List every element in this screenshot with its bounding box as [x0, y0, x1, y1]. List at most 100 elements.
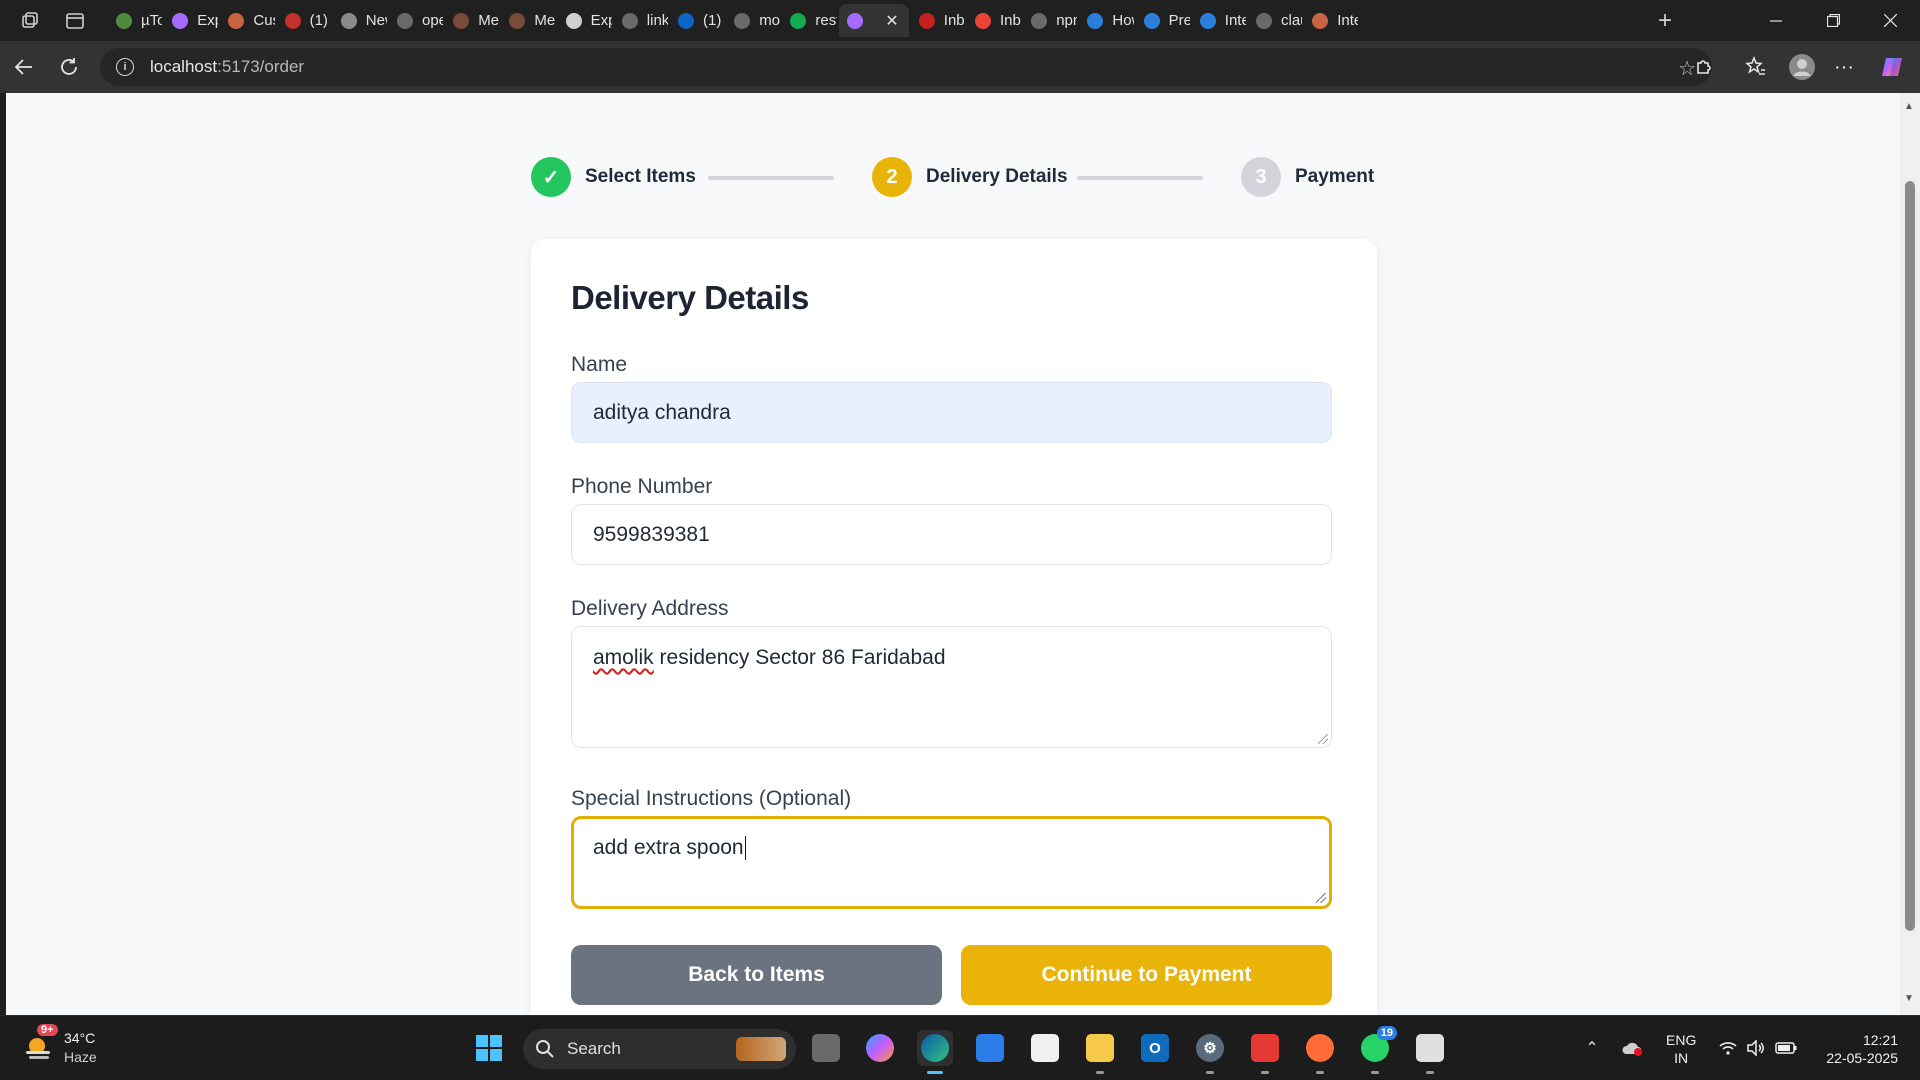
- scrollbar-thumb[interactable]: [1905, 181, 1915, 931]
- browser-tab[interactable]: New: [333, 4, 387, 37]
- app-icon: [1251, 1034, 1279, 1062]
- running-indicator: [1371, 1071, 1379, 1074]
- page-scrollbar[interactable]: ▲ ▼: [1900, 93, 1920, 1015]
- browser-tab[interactable]: mor: [726, 4, 780, 37]
- edge-icon: [921, 1034, 949, 1062]
- weather-widget[interactable]: 9+: [22, 1024, 58, 1066]
- site-info-icon[interactable]: i: [116, 58, 134, 76]
- browser-tab[interactable]: (1) A: [670, 4, 724, 37]
- instructions-value: add extra spoon: [593, 836, 744, 859]
- browser-tab[interactable]: Cust: [220, 4, 275, 37]
- microsoft-store-icon: [976, 1034, 1004, 1062]
- tab-title: Inte: [1224, 12, 1246, 29]
- clock[interactable]: 12:21 22-05-2025: [1818, 1031, 1898, 1067]
- explorer-taskbar-button[interactable]: [1082, 1030, 1118, 1074]
- browser-tab[interactable]: Expl: [558, 4, 612, 37]
- search-icon: [734, 12, 751, 29]
- start-button[interactable]: [471, 1030, 507, 1066]
- address-textarea[interactable]: amolik residency Sector 86 Faridabad: [571, 626, 1332, 748]
- address-bar[interactable]: i localhost:5173/order ☆: [100, 48, 1712, 86]
- copilot-icon[interactable]: [1878, 53, 1906, 81]
- browser-tab[interactable]: Pren: [1136, 4, 1190, 37]
- lang-line1: ENG: [1666, 1032, 1697, 1048]
- search-icon: [397, 12, 413, 29]
- tab-title: Pren: [1168, 12, 1190, 29]
- refresh-icon[interactable]: [55, 53, 83, 81]
- check-icon: ✓: [531, 157, 571, 197]
- tray-overflow-chevron-icon[interactable]: ⌃: [1574, 1030, 1610, 1066]
- continue-to-payment-button[interactable]: Continue to Payment: [961, 945, 1332, 1005]
- store-taskbar-button[interactable]: [972, 1030, 1008, 1066]
- browser-tab[interactable]: (1) ": [277, 4, 331, 37]
- workspaces-icon[interactable]: [16, 7, 44, 35]
- search-icon: [621, 12, 638, 29]
- red-app-taskbar-button[interactable]: [1247, 1030, 1283, 1074]
- step-connector: [1077, 176, 1203, 180]
- onedrive-status-icon[interactable]: [1614, 1030, 1650, 1066]
- perplexity-icon: [1199, 12, 1216, 29]
- tab-title: clau: [1281, 12, 1302, 29]
- browser-tab[interactable]: Inte: [1304, 4, 1358, 37]
- input-language[interactable]: ENG IN: [1666, 1031, 1696, 1067]
- browser-tab-bar: µTor Expl Cust (1) " New ope Mer Mer Expl link (1)…: [0, 0, 1920, 41]
- settings-taskbar-button[interactable]: ⚙: [1192, 1030, 1228, 1074]
- youtube-icon: [284, 12, 301, 29]
- snipping-taskbar-button[interactable]: [1412, 1030, 1448, 1074]
- battery-icon[interactable]: [1768, 1030, 1804, 1066]
- weather-badge: 9+: [37, 1024, 58, 1036]
- restore-button[interactable]: [1805, 0, 1861, 41]
- edge-taskbar-button[interactable]: [917, 1030, 953, 1074]
- back-to-items-button[interactable]: Back to Items: [571, 945, 942, 1005]
- profile-avatar[interactable]: [1786, 51, 1818, 83]
- close-tab-icon[interactable]: ✕: [885, 11, 898, 31]
- name-input[interactable]: aditya chandra: [571, 382, 1332, 443]
- close-window-button[interactable]: [1862, 0, 1918, 41]
- browser-tab[interactable]: rest: [782, 4, 837, 37]
- browser-tab[interactable]: ✕: [838, 4, 909, 37]
- claude-icon: [1312, 12, 1329, 29]
- extensions-icon[interactable]: [1690, 53, 1718, 81]
- browser-tab[interactable]: Inbo: [967, 4, 1021, 37]
- browser-tab[interactable]: link: [614, 4, 668, 37]
- browser-tab[interactable]: npm: [1023, 4, 1077, 37]
- scroll-up-arrow-icon[interactable]: ▲: [1904, 101, 1914, 112]
- resize-handle-icon[interactable]: [1316, 893, 1326, 903]
- vertical-tabs-icon[interactable]: [61, 7, 89, 35]
- notepad-taskbar-button[interactable]: [1027, 1030, 1063, 1066]
- search-icon: [1031, 12, 1048, 29]
- outlook-taskbar-button[interactable]: O: [1137, 1030, 1173, 1066]
- phone-input[interactable]: 9599839381: [571, 504, 1332, 565]
- minimize-button[interactable]: [1748, 0, 1804, 41]
- whatsapp-taskbar-button[interactable]: 19: [1357, 1026, 1397, 1074]
- tab-title: npm: [1056, 12, 1077, 29]
- instructions-textarea[interactable]: add extra spoon: [571, 816, 1332, 909]
- tab-title: ope: [422, 12, 444, 29]
- browser-tab[interactable]: ope: [389, 4, 443, 37]
- back-arrow-icon[interactable]: [10, 53, 38, 81]
- running-indicator: [1096, 1071, 1104, 1074]
- browser-tab[interactable]: Mer: [445, 4, 499, 37]
- browser-tab[interactable]: How: [1079, 4, 1134, 37]
- more-options-icon[interactable]: ···: [1830, 53, 1858, 81]
- browser-tab[interactable]: clau: [1248, 4, 1302, 37]
- new-tab-button[interactable]: +: [1651, 7, 1679, 35]
- scroll-down-arrow-icon[interactable]: ▼: [1904, 993, 1914, 1004]
- favorites-icon[interactable]: [1742, 53, 1770, 81]
- taskbar-search[interactable]: Search: [523, 1029, 796, 1069]
- copilot-taskbar-button[interactable]: [862, 1030, 898, 1066]
- address-value: amolik residency Sector 86 Faridabad: [593, 646, 946, 670]
- step-payment: 3 Payment: [1241, 157, 1374, 197]
- postman-icon: [1306, 1034, 1334, 1062]
- browser-tab[interactable]: Expl: [164, 4, 218, 37]
- browser-tab[interactable]: Mer: [501, 4, 556, 37]
- running-indicator: [927, 1071, 943, 1074]
- browser-tab[interactable]: Inbo: [911, 4, 965, 37]
- resize-handle-icon[interactable]: [1318, 734, 1328, 744]
- browser-tab[interactable]: Inte: [1192, 4, 1246, 37]
- postman-taskbar-button[interactable]: [1302, 1030, 1338, 1074]
- tab-title: How: [1112, 12, 1133, 29]
- tab-title: New: [365, 12, 387, 29]
- task-view-button[interactable]: [808, 1030, 844, 1066]
- browser-tab[interactable]: µTor: [108, 4, 162, 37]
- utorrent-icon: [116, 12, 132, 29]
